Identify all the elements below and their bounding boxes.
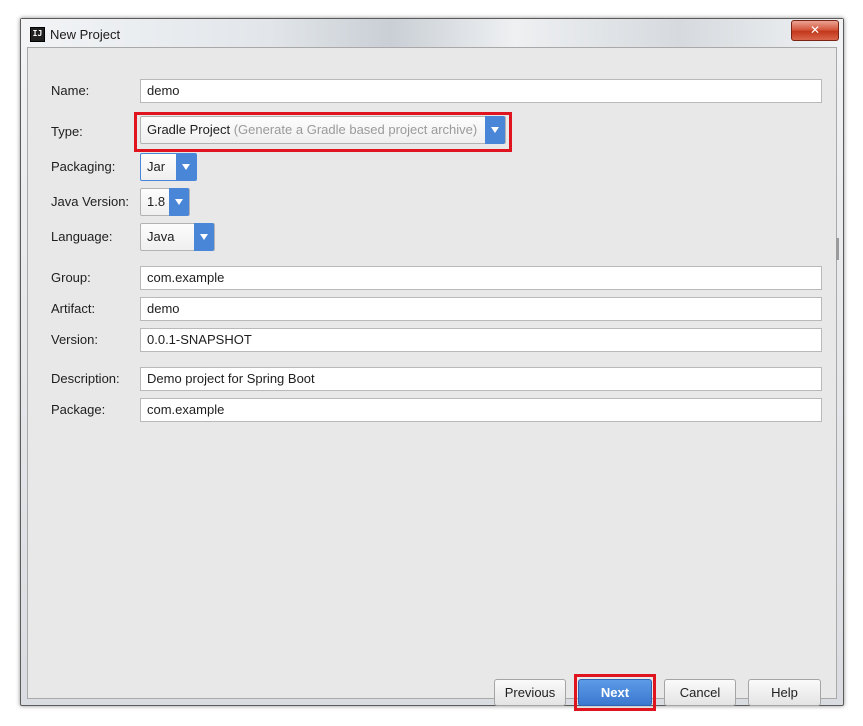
dialog-content: Name: demo Type: Gradle Project (Generat…: [27, 47, 839, 711]
language-value: Java: [147, 229, 175, 244]
close-button[interactable]: ✕: [791, 20, 839, 41]
help-button[interactable]: Help: [748, 679, 821, 706]
type-highlight-box: [134, 112, 512, 152]
java-version-value: 1.8: [147, 194, 166, 209]
packaging-label: Packaging:: [51, 159, 116, 174]
artifact-label: Artifact:: [51, 301, 96, 316]
next-highlight-box: [574, 674, 656, 711]
name-label: Name:: [51, 83, 90, 98]
cancel-button[interactable]: Cancel: [664, 679, 736, 706]
description-field[interactable]: Demo project for Spring Boot: [140, 367, 822, 391]
language-dropdown[interactable]: Java: [140, 223, 215, 251]
packaging-value: Jar: [147, 159, 166, 174]
intellij-icon: IJ: [30, 27, 45, 42]
version-label: Version:: [51, 332, 98, 347]
version-field[interactable]: 0.0.1-SNAPSHOT: [140, 328, 822, 352]
close-icon: ✕: [809, 23, 821, 37]
title-bar[interactable]: IJ New Project ✕: [21, 19, 843, 47]
package-field[interactable]: com.example: [140, 398, 822, 422]
name-field[interactable]: demo: [140, 79, 822, 103]
chevron-down-icon[interactable]: [169, 188, 189, 216]
window-title: New Project: [50, 27, 121, 42]
group-label: Group:: [51, 270, 91, 285]
group-field[interactable]: com.example: [140, 266, 822, 290]
description-label: Description:: [51, 371, 120, 386]
type-label: Type:: [51, 124, 83, 139]
language-label: Language:: [51, 229, 113, 244]
chevron-down-icon[interactable]: [194, 223, 214, 251]
package-label: Package:: [51, 402, 106, 417]
chevron-down-icon[interactable]: [176, 153, 196, 181]
artifact-field[interactable]: demo: [140, 297, 822, 321]
java-version-dropdown[interactable]: 1.8: [140, 188, 190, 216]
java-version-label: Java Version:: [51, 194, 130, 209]
previous-button[interactable]: Previous: [494, 679, 566, 706]
new-project-dialog: IJ New Project ✕ Name: demo Type: Gradle…: [20, 18, 844, 711]
packaging-dropdown[interactable]: Jar: [140, 153, 197, 181]
resize-handle[interactable]: [836, 238, 839, 260]
